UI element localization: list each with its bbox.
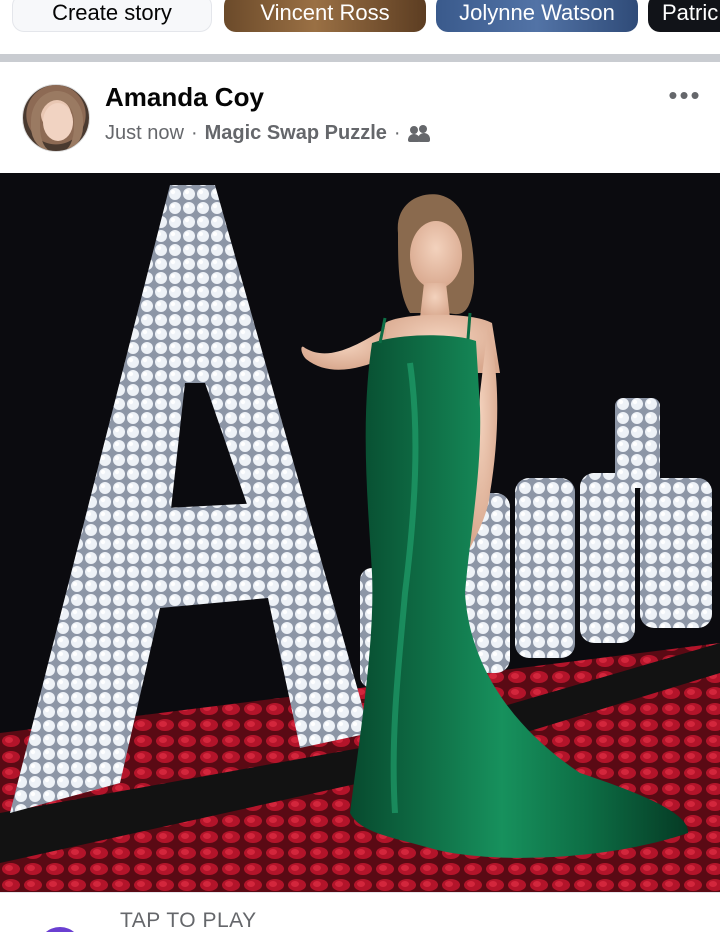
post-footer: TAP TO PLAY	[0, 892, 720, 932]
feed-divider	[0, 54, 720, 62]
create-story-label: Create story	[52, 0, 172, 25]
game-icon[interactable]	[38, 927, 82, 932]
tap-to-play-button[interactable]: TAP TO PLAY	[120, 909, 257, 932]
avatar-face	[43, 103, 73, 141]
story-jolynne-watson[interactable]: Jolynne Watson	[436, 0, 638, 32]
meta-separator: ·	[393, 122, 401, 144]
group-name-link[interactable]: Magic Swap Puzzle	[205, 122, 387, 145]
post-time[interactable]: Just now	[105, 122, 184, 145]
stories-strip: Create story Vincent Ross Jolynne Watson…	[0, 0, 720, 54]
post-header: Amanda Coy Just now · Magic Swap Puzzle …	[0, 62, 720, 173]
story-name-label: Jolynne Watson	[459, 0, 615, 25]
avatar[interactable]	[22, 84, 90, 152]
post-author[interactable]: Amanda Coy	[105, 82, 264, 113]
story-patric[interactable]: Patric	[648, 0, 720, 32]
more-icon: •••	[668, 79, 702, 110]
post-image[interactable]	[0, 173, 720, 892]
more-options-button[interactable]: •••	[662, 80, 708, 110]
story-name-label: Vincent Ross	[260, 0, 390, 25]
post-photo	[0, 173, 720, 892]
post-meta: Just now · Magic Swap Puzzle ·	[105, 122, 430, 145]
meta-separator: ·	[190, 122, 198, 144]
group-audience-icon	[407, 124, 430, 143]
story-vincent-ross[interactable]: Vincent Ross	[224, 0, 426, 32]
story-name-label: Patric	[662, 0, 719, 25]
create-story-button[interactable]: Create story	[12, 0, 212, 32]
